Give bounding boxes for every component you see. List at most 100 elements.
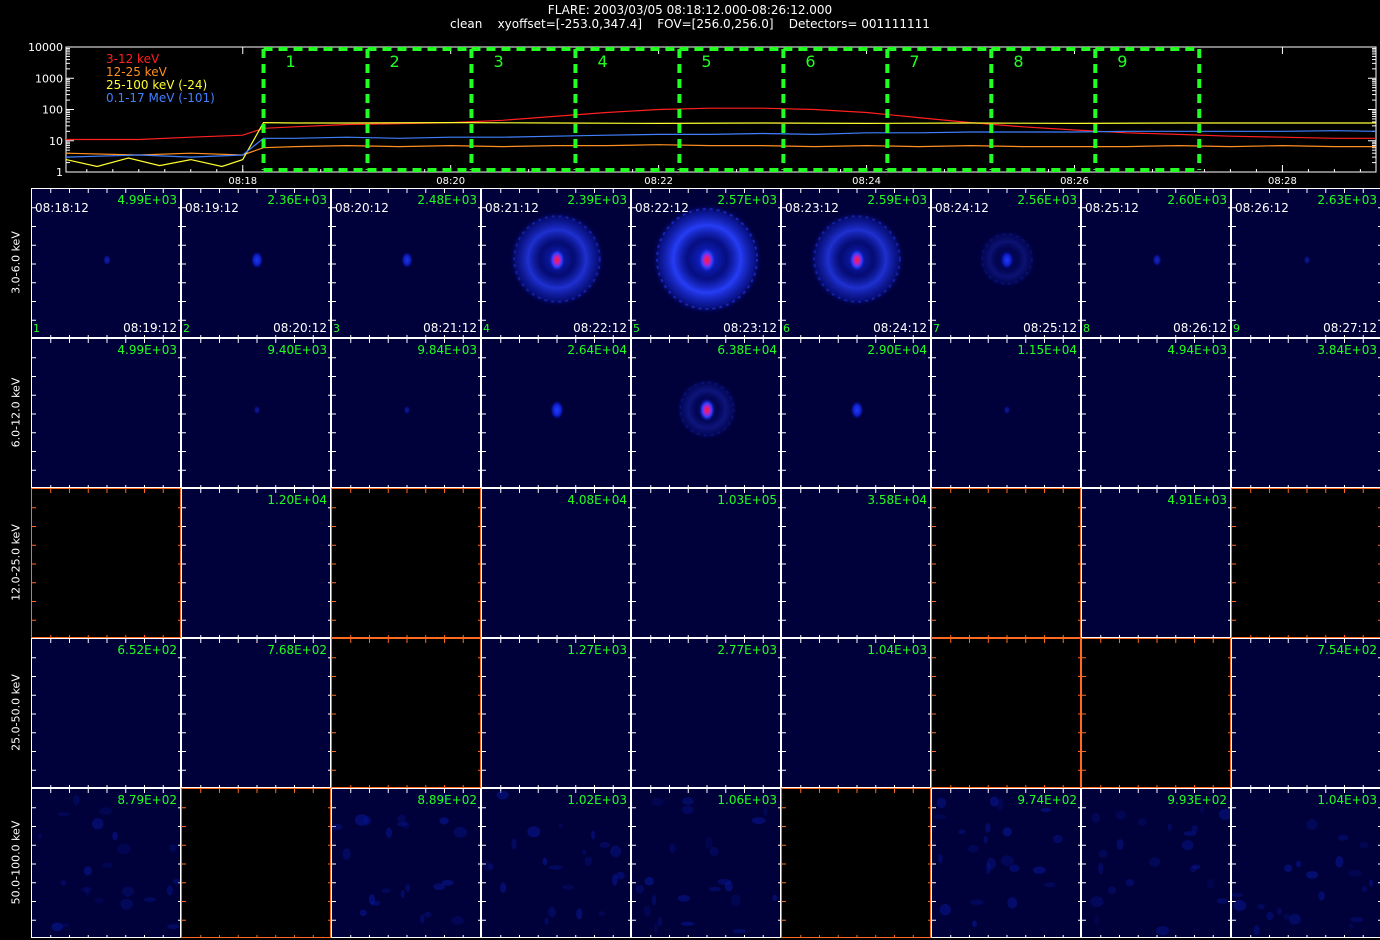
end-time-label: 08:22:12 [573,321,627,335]
noise-blob [1359,842,1369,849]
noise-blob [439,817,449,825]
image-cell: 2.36E+03 08:19:12 08:20:12 2 [181,188,331,338]
x-tick-label: 08:26 [1060,176,1089,185]
noise-blob [121,886,135,897]
flare-source [251,251,263,269]
noise-blob [60,880,67,886]
image-canvas [1082,339,1230,487]
noise-blob [677,895,691,902]
noise-blob [83,866,93,876]
max-value-label: 4.99E+03 [117,193,177,207]
noise-blob [405,884,411,892]
noise-blob [85,886,90,896]
noise-blob [657,916,663,927]
image-cell [181,788,331,938]
flare-source [848,248,866,272]
noise-blob [682,797,694,805]
noise-blob [1276,908,1282,915]
noise-blob [112,831,118,841]
noise-blob [1306,871,1319,879]
noise-blob [1044,882,1056,888]
noise-blob [1098,862,1104,875]
noise-blob [1206,878,1215,889]
flare-source [253,405,261,415]
noise-blob [751,817,766,825]
noise-blob [1108,886,1117,895]
max-value-label: 3.84E+03 [1317,343,1377,357]
noise-blob [936,797,947,809]
end-time-label: 08:20:12 [273,321,327,335]
image-canvas [332,489,480,637]
noise-blob [616,871,625,880]
noise-blob [643,905,651,917]
noise-blob [1199,806,1204,813]
flare-source [698,247,716,273]
noise-blob [682,805,694,815]
noise-blob [985,823,991,833]
noise-blob [1007,897,1018,909]
max-value-label: 2.36E+03 [267,193,327,207]
noise-blob [72,794,80,806]
noise-blob [1283,913,1290,920]
image-canvas [32,789,180,937]
noise-blob [1192,864,1201,870]
noise-blob [397,822,408,827]
noise-blob [635,884,644,894]
interval-number-label: 1 [33,322,40,335]
noise-blob [92,818,104,830]
noise-blob [576,908,583,920]
noise-blob [1257,903,1265,910]
image-canvas [182,339,330,487]
noise-blob [172,878,180,884]
noise-blob [370,900,381,906]
max-value-label: 1.04E+03 [867,643,927,657]
y-tick-label: 1 [56,166,63,179]
noise-blob [1295,860,1302,868]
legend-entry: 0.1-17 MeV (-101) [106,91,215,105]
noise-blob [1115,810,1127,820]
max-value-label: 4.91E+03 [1167,493,1227,507]
start-time-label: 08:22:12 [635,201,689,215]
image-cell: 2.59E+03 08:23:12 08:24:12 6 [781,188,931,338]
noise-blob [1090,896,1104,908]
image-cell [331,638,481,788]
max-value-label: 3.58E+04 [867,493,927,507]
noise-blob [511,838,517,850]
noise-blob [332,824,343,830]
max-value-label: 6.52E+02 [117,643,177,657]
noise-blob [1116,839,1124,850]
image-cell: 1.15E+04 [931,338,1081,488]
noise-blob [94,897,104,904]
noise-blob [996,798,1004,810]
noise-blob [598,911,605,916]
noise-blob [644,876,654,886]
noise-blob [1098,849,1108,858]
noise-blob [99,807,113,816]
image-cell: 2.48E+03 08:20:12 08:21:12 3 [331,188,481,338]
end-time-label: 08:21:12 [423,321,477,335]
start-time-label: 08:21:12 [485,201,539,215]
noise-blob [1253,925,1260,936]
max-value-label: 6.38E+04 [717,343,777,357]
max-value-label: 9.74E+02 [1017,793,1077,807]
noise-blob [1182,840,1194,851]
image-canvas [32,639,180,787]
legend-entry: 12-25 keV [106,65,168,79]
max-value-label: 1.06E+03 [717,793,777,807]
interval-label: 1 [286,52,296,71]
flare-source [548,248,566,272]
image-canvas [182,639,330,787]
noise-blob [57,811,71,816]
start-time-label: 08:23:12 [785,201,839,215]
noise-blob [1149,857,1161,867]
noise-blob [1191,825,1198,833]
max-value-label: 2.39E+03 [567,193,627,207]
image-canvas [332,339,480,487]
noise-blob [584,856,593,866]
max-value-label: 2.77E+03 [717,643,777,657]
noise-blob [958,829,966,835]
noise-blob [599,841,611,848]
noise-blob [934,814,946,820]
interval-number-label: 7 [933,322,940,335]
max-value-label: 2.63E+03 [1317,193,1377,207]
